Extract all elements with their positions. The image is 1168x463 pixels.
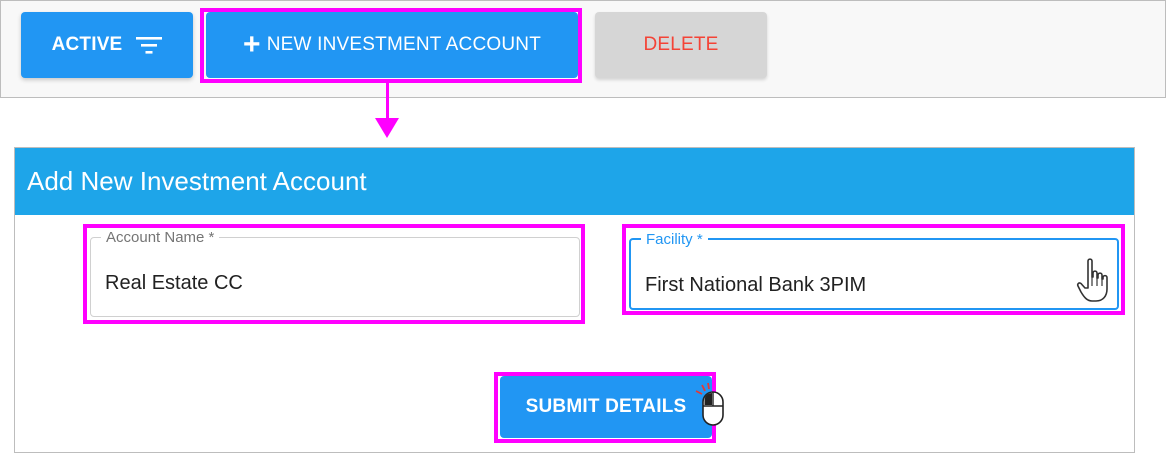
annotation-arrow-line bbox=[386, 83, 389, 123]
mouse-click-icon bbox=[695, 382, 724, 426]
annotation-arrow-head bbox=[375, 118, 399, 138]
facility-field[interactable]: Facility * First National Bank 3PIM bbox=[629, 231, 1119, 310]
plus-icon: + bbox=[242, 28, 261, 61]
new-investment-account-label: NEW INVESTMENT ACCOUNT bbox=[266, 34, 542, 55]
account-name-field[interactable]: Account Name * Real Estate CC bbox=[90, 229, 580, 317]
facility-label: Facility * bbox=[641, 231, 708, 248]
new-investment-account-button[interactable]: + NEW INVESTMENT ACCOUNT bbox=[206, 12, 578, 78]
facility-value: First National Bank 3PIM bbox=[645, 274, 867, 296]
hand-pointer-icon bbox=[1076, 258, 1108, 302]
account-name-label: Account Name * bbox=[101, 229, 220, 246]
delete-label: DELETE bbox=[643, 34, 719, 55]
toolbar: ACTIVE + NEW INVESTMENT ACCOUNT DELETE bbox=[0, 0, 1166, 98]
submit-details-label: SUBMIT DETAILS bbox=[525, 396, 687, 417]
account-name-value: Real Estate CC bbox=[105, 272, 243, 294]
active-filter-button[interactable]: ACTIVE bbox=[21, 12, 193, 78]
delete-button[interactable]: DELETE bbox=[595, 12, 767, 78]
dialog-title: Add New Investment Account bbox=[15, 148, 1134, 215]
submit-details-button[interactable]: SUBMIT DETAILS bbox=[500, 376, 712, 438]
filter-icon bbox=[136, 37, 163, 54]
active-filter-label: ACTIVE bbox=[51, 34, 123, 55]
